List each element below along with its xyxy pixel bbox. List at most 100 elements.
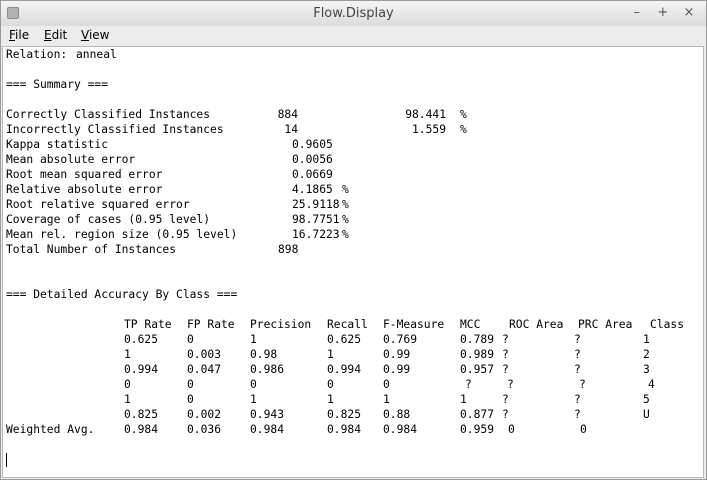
summary-unit: %	[460, 123, 467, 136]
table-header: TP Rate	[124, 318, 172, 331]
table-cell: 0.98	[250, 348, 278, 361]
maximize-icon[interactable]: +	[656, 5, 670, 20]
table-cell: ?	[465, 378, 472, 391]
title-bar[interactable]: Flow.Display – + ×	[1, 1, 706, 27]
relation-value: anneal	[76, 48, 117, 61]
table-cell: 0.88	[383, 408, 411, 421]
stat-label: Relative absolute error	[6, 183, 163, 196]
table-cell: ?	[502, 408, 509, 421]
table-cell: 0	[250, 378, 257, 391]
table-cell: ?	[502, 333, 509, 346]
table-cell: 0	[508, 423, 515, 436]
total-instances-label: Total Number of Instances	[6, 243, 177, 256]
table-cell: ?	[502, 363, 509, 376]
stat-unit: %	[342, 183, 349, 196]
table-cell: 0.047	[187, 363, 222, 376]
table-header: PRC Area	[578, 318, 633, 331]
table-cell: 1	[124, 393, 131, 406]
table-cell: ?	[574, 363, 581, 376]
window-title: Flow.Display	[313, 6, 394, 21]
table-cell: 1	[460, 393, 467, 406]
table-cell: 1	[124, 348, 131, 361]
summary-value: 14	[284, 123, 298, 136]
table-cell: ?	[507, 378, 514, 391]
table-cell: 0.877	[460, 408, 495, 421]
menu-file[interactable]: File	[9, 28, 29, 42]
table-cell: 0	[124, 378, 131, 391]
stat-label: Root relative squared error	[6, 198, 190, 211]
table-cell: 0.769	[383, 333, 418, 346]
table-cell: 0	[187, 378, 194, 391]
table-cell: 0.984	[383, 423, 418, 436]
close-icon[interactable]: ×	[682, 5, 696, 20]
detailed-accuracy-header: === Detailed Accuracy By Class ===	[6, 288, 238, 301]
table-cell: 0	[187, 333, 194, 346]
stat-value: 16.7223	[292, 228, 340, 241]
table-header: Precision	[250, 318, 312, 331]
table-cell: U	[643, 408, 650, 421]
table-cell: 4	[648, 378, 655, 391]
table-cell: 0.994	[124, 363, 159, 376]
table-cell: 0.984	[250, 423, 285, 436]
table-cell: 0.625	[124, 333, 159, 346]
stat-label: Root mean squared error	[6, 168, 163, 181]
table-cell: 0.984	[124, 423, 159, 436]
table-cell: 0.957	[460, 363, 495, 376]
table-cell: 0.625	[327, 333, 362, 346]
table-cell: 0.99	[383, 363, 411, 376]
menu-bar: File Edit View	[1, 26, 706, 46]
table-cell: 0.943	[250, 408, 285, 421]
table-cell: 0.986	[250, 363, 285, 376]
stat-label: Mean absolute error	[6, 153, 136, 166]
menu-edit[interactable]: Edit	[44, 28, 67, 42]
stat-unit: %	[342, 228, 349, 241]
stat-value: 4.1865	[292, 183, 333, 196]
table-cell: 0.002	[187, 408, 222, 421]
table-cell: 0.789	[460, 333, 495, 346]
table-cell: 0	[327, 378, 334, 391]
output-text-area[interactable]: Relation: anneal === Summary === === Det…	[2, 46, 704, 478]
table-cell: 0.036	[187, 423, 222, 436]
summary-label: Correctly Classified Instances	[6, 108, 211, 121]
table-cell: 1	[250, 393, 257, 406]
summary-percent: 1.559	[411, 123, 446, 136]
table-cell: ?	[574, 348, 581, 361]
window-controls: – + ×	[622, 5, 696, 20]
summary-percent: 98.441	[405, 108, 446, 121]
table-cell: 1	[327, 393, 334, 406]
minimize-icon[interactable]: –	[630, 5, 644, 20]
summary-header: === Summary ===	[6, 78, 109, 91]
table-cell: 1	[250, 333, 257, 346]
table-header: F-Measure	[383, 318, 445, 331]
table-cell: 0.99	[383, 348, 411, 361]
table-header: Class	[650, 318, 685, 331]
table-cell: ?	[574, 393, 581, 406]
table-cell: ?	[574, 408, 581, 421]
flow-display-window: Flow.Display – + × File Edit View Relati…	[0, 0, 707, 480]
stat-value: 0.0056	[292, 153, 333, 166]
table-cell: 5	[643, 393, 650, 406]
table-header: FP Rate	[187, 318, 235, 331]
stat-value: 98.7751	[292, 213, 340, 226]
stat-label: Coverage of cases (0.95 level)	[6, 213, 211, 226]
table-header: MCC	[460, 318, 481, 331]
stat-label: Kappa statistic	[6, 138, 109, 151]
menu-view[interactable]: View	[81, 28, 109, 42]
table-header: Recall	[327, 318, 368, 331]
summary-label: Incorrectly Classified Instances	[6, 123, 224, 136]
table-cell: 1	[383, 393, 390, 406]
table-cell: ?	[579, 378, 586, 391]
table-cell: 1	[643, 333, 650, 346]
table-header: ROC Area	[509, 318, 564, 331]
stat-value: 0.0669	[292, 168, 333, 181]
table-cell: 0	[187, 393, 194, 406]
table-cell: 2	[643, 348, 650, 361]
table-cell: 0.984	[327, 423, 362, 436]
table-cell: 0	[580, 423, 587, 436]
stat-label: Mean rel. region size (0.95 level)	[6, 228, 238, 241]
table-cell: 3	[643, 363, 650, 376]
table-cell: 0.003	[187, 348, 222, 361]
table-row-label: Weighted Avg.	[6, 423, 95, 436]
table-cell: 1	[327, 348, 334, 361]
table-cell: 0.825	[124, 408, 159, 421]
